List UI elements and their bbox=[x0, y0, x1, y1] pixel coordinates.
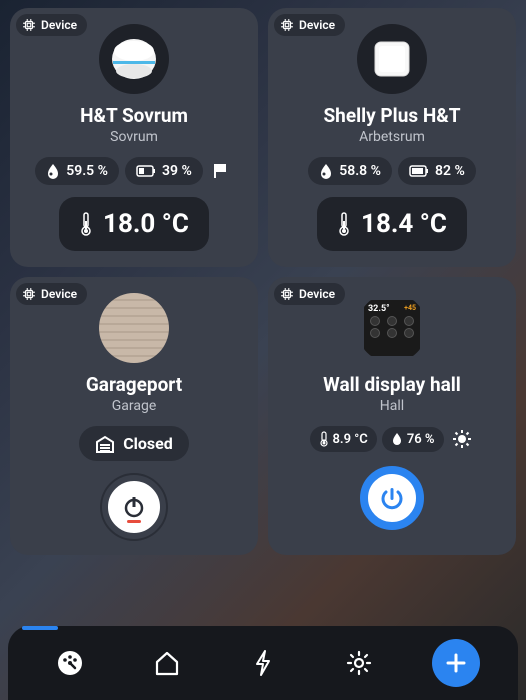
device-tag-label: Device bbox=[299, 18, 335, 32]
device-card-ht-sovrum[interactable]: Device H&T Sovrum Sovrum 59.5 % 39 % bbox=[10, 8, 258, 267]
device-avatar bbox=[357, 24, 427, 94]
device-tag-label: Device bbox=[41, 18, 77, 32]
gauge-icon bbox=[55, 648, 85, 678]
flag-icon bbox=[209, 159, 233, 183]
device-avatar bbox=[99, 293, 169, 363]
device-card-garageport[interactable]: Device Garageport Garage Closed bbox=[10, 277, 258, 555]
nav-home-button[interactable] bbox=[143, 639, 191, 687]
power-button-off[interactable] bbox=[102, 475, 166, 539]
droplet-icon bbox=[46, 163, 60, 179]
device-tag: Device bbox=[274, 283, 345, 305]
droplet-icon bbox=[391, 432, 403, 446]
device-tag-label: Device bbox=[299, 287, 335, 301]
humidity-pill: 59.5 % bbox=[35, 157, 119, 185]
device-name: H&T Sovrum bbox=[80, 104, 188, 127]
brightness-icon bbox=[449, 426, 475, 452]
device-avatar bbox=[99, 24, 169, 94]
garage-icon bbox=[95, 435, 115, 453]
device-name: Garageport bbox=[86, 373, 182, 396]
nav-settings-button[interactable] bbox=[335, 639, 383, 687]
wall-display-image: 32.5° +45 bbox=[364, 300, 420, 356]
device-tag: Device bbox=[16, 14, 87, 36]
chip-icon bbox=[22, 18, 36, 32]
room-name: Garage bbox=[112, 398, 157, 414]
humidity-small-pill: 76 % bbox=[382, 427, 444, 452]
droplet-icon bbox=[319, 163, 333, 179]
plus-icon bbox=[444, 651, 468, 675]
device-name: Shelly Plus H&T bbox=[323, 104, 460, 127]
battery-pill: 82 % bbox=[398, 157, 476, 185]
nav-dashboard-button[interactable] bbox=[46, 639, 94, 687]
nav-add-button[interactable] bbox=[432, 639, 480, 687]
battery-icon bbox=[136, 165, 156, 177]
chip-icon bbox=[22, 287, 36, 301]
chip-icon bbox=[280, 18, 294, 32]
room-name: Arbetsrum bbox=[359, 129, 425, 145]
bottom-navbar bbox=[8, 626, 518, 700]
status-pill: Closed bbox=[79, 426, 189, 461]
temperature-value: 18.0 °C bbox=[103, 209, 189, 239]
wd-watts: +45 bbox=[404, 304, 416, 314]
device-avatar: 32.5° +45 bbox=[357, 293, 427, 363]
device-card-shelly-plus[interactable]: Device Shelly Plus H&T Arbetsrum 58.8 % … bbox=[268, 8, 516, 267]
power-button-on[interactable] bbox=[360, 466, 424, 530]
bolt-icon bbox=[251, 648, 275, 678]
humidity-value: 59.5 % bbox=[66, 163, 108, 179]
thermometer-icon bbox=[79, 211, 93, 237]
power-icon bbox=[378, 484, 406, 512]
room-name: Sovrum bbox=[110, 129, 158, 145]
humidity-pill: 58.8 % bbox=[308, 157, 392, 185]
device-card-wall-display[interactable]: Device 32.5° +45 Wall display hall Hall 8… bbox=[268, 277, 516, 555]
home-icon bbox=[152, 648, 182, 678]
battery-icon bbox=[409, 165, 429, 177]
device-name: Wall display hall bbox=[323, 373, 461, 396]
battery-value: 39 % bbox=[162, 163, 192, 179]
nav-energy-button[interactable] bbox=[239, 639, 287, 687]
power-icon bbox=[121, 494, 147, 520]
battery-pill: 39 % bbox=[125, 157, 203, 185]
humidity-value: 58.8 % bbox=[339, 163, 381, 179]
wd-temp: 32.5° bbox=[368, 304, 390, 314]
temp-small-pill: 8.9 °C bbox=[310, 426, 377, 452]
sensor-device-icon bbox=[109, 37, 159, 81]
garage-door-image bbox=[99, 293, 169, 363]
square-device-icon bbox=[369, 36, 415, 82]
status-value: Closed bbox=[123, 434, 173, 453]
chip-icon bbox=[280, 287, 294, 301]
device-tag: Device bbox=[274, 14, 345, 36]
temperature-pill: 18.4 °C bbox=[317, 197, 467, 251]
humidity-small-value: 76 % bbox=[407, 432, 435, 447]
temperature-value: 18.4 °C bbox=[361, 209, 447, 239]
thermometer-icon bbox=[319, 431, 329, 447]
temperature-pill: 18.0 °C bbox=[59, 197, 209, 251]
battery-value: 82 % bbox=[435, 163, 465, 179]
thermometer-icon bbox=[337, 211, 351, 237]
device-tag-label: Device bbox=[41, 287, 77, 301]
gear-icon bbox=[344, 648, 374, 678]
device-tag: Device bbox=[16, 283, 87, 305]
room-name: Hall bbox=[380, 398, 404, 414]
temp-small-value: 8.9 °C bbox=[333, 432, 368, 447]
